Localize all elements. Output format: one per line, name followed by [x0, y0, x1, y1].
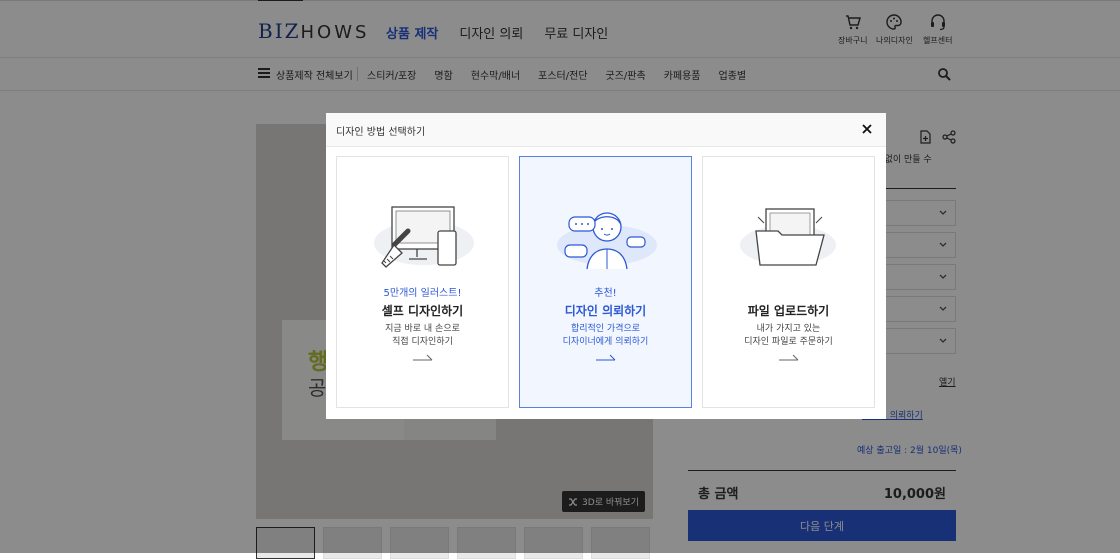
option-title: 파일 업로드하기 [747, 304, 830, 318]
option-title: 셀프 디자인하기 [381, 304, 464, 318]
close-icon[interactable] [861, 123, 873, 135]
option-desc-line1: 지금 바로 내 손으로 [385, 324, 460, 334]
option-desc-line2: 디자이너에게 의뢰하기 [562, 337, 649, 347]
arrow-right-icon [779, 354, 799, 361]
option-desc-line2: 직접 디자인하기 [392, 337, 453, 347]
brush-monitor-illustration [374, 206, 474, 268]
self-design-option[interactable]: 5만개의 일러스트! 셀프 디자인하기 지금 바로 내 손으로 직접 디자인하기 [336, 156, 509, 408]
modal-title: 디자인 방법 선택하기 [336, 127, 426, 138]
design-request-option[interactable]: 추천! 디자인 의뢰하기 합리적인 가격으로 디자이너에게 의뢰하기 [519, 156, 692, 408]
file-upload-option[interactable]: 파일 업로드하기 내가 가지고 있는 디자인 파일로 주문하기 [702, 156, 875, 408]
modal-header: 디자인 방법 선택하기 [326, 113, 886, 147]
option-desc-line2: 디자인 파일로 주문하기 [744, 337, 833, 347]
arrow-right-icon [596, 354, 616, 361]
designer-chat-illustration [557, 212, 657, 270]
option-title: 디자인 의뢰하기 [564, 304, 647, 318]
page: BIZHOWS 상품 제작 디자인 의뢰 무료 디자인 장바구니 나의디자인 헬… [0, 0, 1120, 559]
design-method-modal: 디자인 방법 선택하기 5만개의 일러스트! 셀프 디자인하기 지금 바로 내 … [326, 113, 886, 419]
option-tag: 추천! [594, 288, 617, 299]
option-desc-line1: 내가 가지고 있는 [756, 324, 821, 334]
option-tag: 5만개의 일러스트! [383, 288, 462, 299]
option-desc-line1: 합리적인 가격으로 [570, 324, 641, 334]
arrow-right-icon [413, 354, 433, 361]
folder-illustration [740, 208, 836, 266]
